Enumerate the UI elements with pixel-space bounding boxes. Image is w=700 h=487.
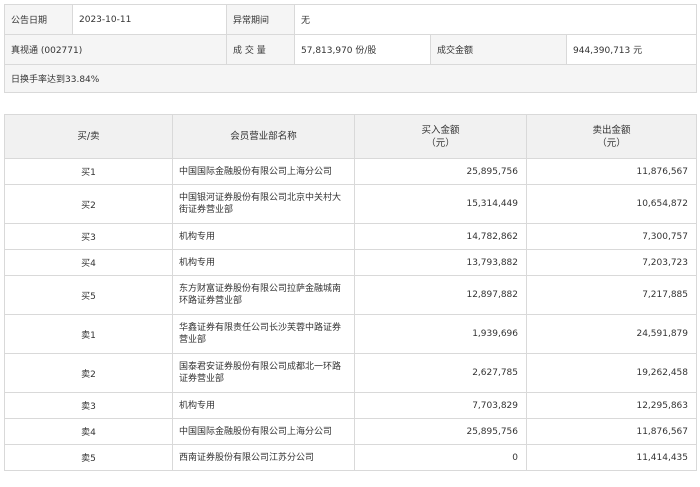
sell-amount-cell: 24,591,879	[526, 314, 697, 354]
sell-amount-cell: 7,217,885	[526, 275, 697, 315]
table-row: 卖1 华鑫证券有限责任公司长沙芙蓉中路证券营业部 1,939,696 24,59…	[4, 314, 697, 354]
table-row: 卖4 中国国际金融股份有限公司上海分公司 25,895,756 11,876,5…	[4, 418, 697, 445]
stock-info-table: 公告日期 2023-10-11 异常期间 无 真视通 (002771) 成 交 …	[3, 4, 698, 93]
buy-amount-cell: 2,627,785	[354, 353, 527, 393]
header-buy: 买入金额 （元）	[354, 114, 527, 159]
side-cell: 卖1	[4, 314, 173, 354]
table-row: 买2 中国银河证券股份有限公司北京中关村大街证券营业部 15,314,449 1…	[4, 184, 697, 224]
dept-cell: 中国国际金融股份有限公司上海分公司	[172, 418, 355, 445]
sell-amount-cell: 19,262,458	[526, 353, 697, 393]
dept-cell: 机构专用	[172, 223, 355, 250]
side-cell: 卖4	[4, 418, 173, 445]
volume-value: 57,813,970 份/股	[294, 34, 431, 65]
sell-amount-cell: 11,876,567	[526, 158, 697, 185]
dept-cell: 东方财富证券股份有限公司拉萨金融城南环路证券营业部	[172, 275, 355, 315]
volume-label: 成 交 量	[226, 34, 295, 65]
dept-cell: 国泰君安证券股份有限公司成都北一环路证券营业部	[172, 353, 355, 393]
buy-amount-cell: 12,897,882	[354, 275, 527, 315]
header-buy-label: 买入金额	[421, 124, 460, 136]
table-row: 买5 东方财富证券股份有限公司拉萨金融城南环路证券营业部 12,897,882 …	[4, 275, 697, 315]
buy-amount-cell: 25,895,756	[354, 418, 527, 445]
dept-cell: 机构专用	[172, 249, 355, 276]
header-sell-unit: （元）	[597, 137, 626, 149]
table-row: 卖2 国泰君安证券股份有限公司成都北一环路证券营业部 2,627,785 19,…	[4, 353, 697, 393]
side-cell: 买1	[4, 158, 173, 185]
table-row: 买1 中国国际金融股份有限公司上海分公司 25,895,756 11,876,5…	[4, 158, 697, 185]
dept-cell: 中国银河证券股份有限公司北京中关村大街证券营业部	[172, 184, 355, 224]
table-row: 买3 机构专用 14,782,862 7,300,757	[4, 223, 697, 250]
sell-amount-cell: 10,654,872	[526, 184, 697, 224]
date-value: 2023-10-11	[72, 4, 227, 35]
side-cell: 买4	[4, 249, 173, 276]
stock-name: 真视通 (002771)	[4, 34, 227, 65]
buy-amount-cell: 15,314,449	[354, 184, 527, 224]
table-header-row: 买/卖 会员营业部名称 买入金额 （元） 卖出金额 （元）	[4, 114, 697, 159]
side-cell: 买3	[4, 223, 173, 250]
buy-amount-cell: 0	[354, 444, 527, 471]
header-sell-label: 卖出金额	[592, 124, 631, 136]
side-cell: 买2	[4, 184, 173, 224]
listing-reason: 日换手率达到33.84%	[3, 64, 698, 93]
buy-amount-cell: 13,793,882	[354, 249, 527, 276]
amount-value: 944,390,713 元	[565, 34, 698, 65]
date-label: 公告日期	[4, 4, 73, 35]
buy-amount-cell: 25,895,756	[354, 158, 527, 185]
buy-amount-cell: 14,782,862	[354, 223, 527, 250]
buy-amount-cell: 7,703,829	[354, 392, 527, 419]
header-side: 买/卖	[4, 114, 173, 159]
sell-amount-cell: 7,300,757	[526, 223, 697, 250]
period-label: 异常期间	[226, 4, 295, 35]
table-row: 卖5 西南证券股份有限公司江苏分公司 0 11,414,435	[4, 444, 697, 471]
side-cell: 卖2	[4, 353, 173, 393]
table-row: 买4 机构专用 13,793,882 7,203,723	[4, 249, 697, 276]
dept-cell: 机构专用	[172, 392, 355, 419]
sell-amount-cell: 7,203,723	[526, 249, 697, 276]
trading-seats-table: 买/卖 会员营业部名称 买入金额 （元） 卖出金额 （元） 买1 中国国际金融股…	[4, 114, 697, 471]
sell-amount-cell: 11,414,435	[526, 444, 697, 471]
dept-cell: 华鑫证券有限责任公司长沙芙蓉中路证券营业部	[172, 314, 355, 354]
sell-amount-cell: 11,876,567	[526, 418, 697, 445]
side-cell: 卖5	[4, 444, 173, 471]
header-sell: 卖出金额 （元）	[526, 114, 697, 159]
buy-amount-cell: 1,939,696	[354, 314, 527, 354]
header-buy-unit: （元）	[426, 137, 455, 149]
header-dept: 会员营业部名称	[172, 114, 355, 159]
dept-cell: 西南证券股份有限公司江苏分公司	[172, 444, 355, 471]
dept-cell: 中国国际金融股份有限公司上海分公司	[172, 158, 355, 185]
side-cell: 卖3	[4, 392, 173, 419]
sell-amount-cell: 12,295,863	[526, 392, 697, 419]
side-cell: 买5	[4, 275, 173, 315]
table-row: 卖3 机构专用 7,703,829 12,295,863	[4, 392, 697, 419]
period-value: 无	[293, 4, 698, 35]
amount-label: 成交金额	[430, 34, 567, 65]
